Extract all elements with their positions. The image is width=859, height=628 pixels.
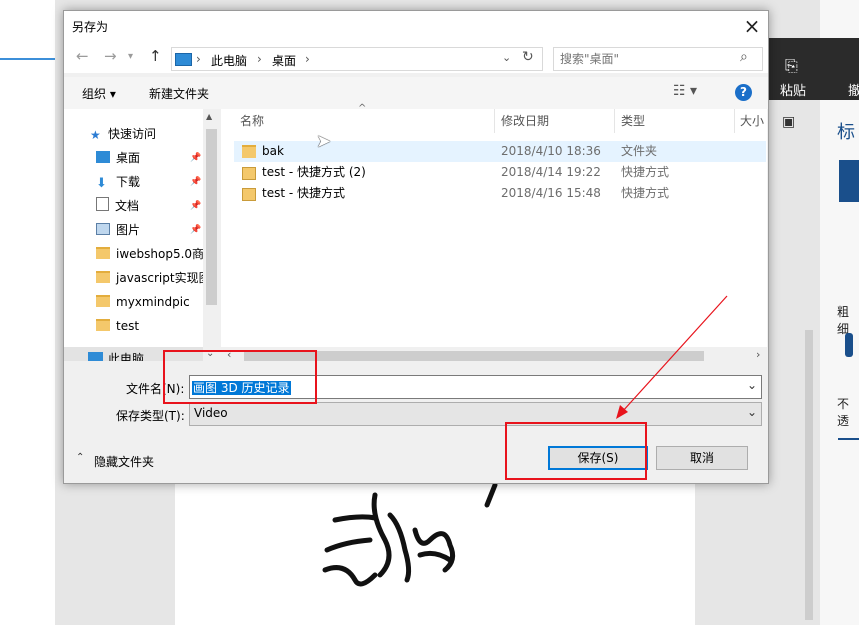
annotation-arrow — [616, 295, 728, 419]
